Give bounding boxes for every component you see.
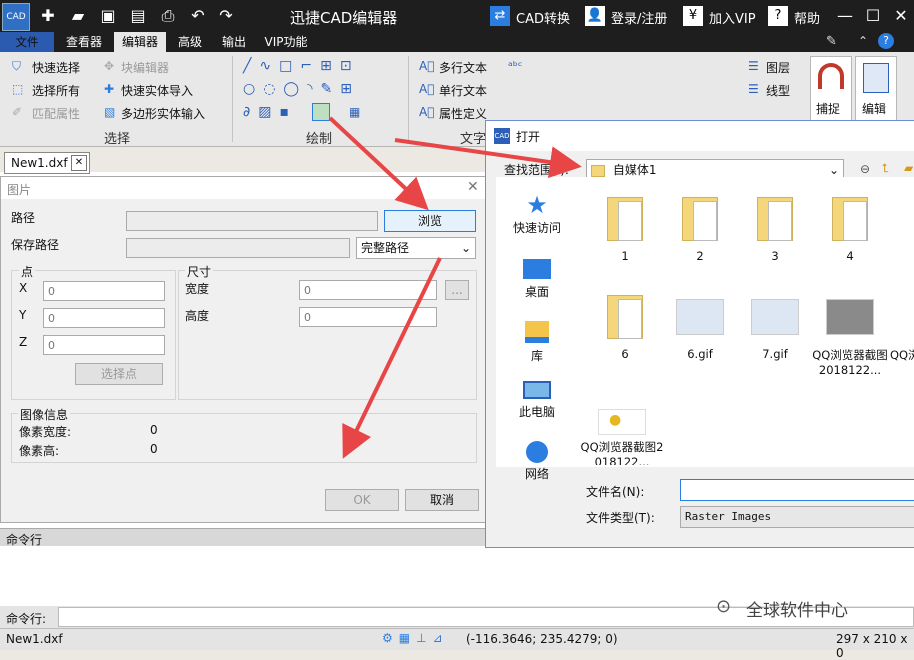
annotation-arrows: [328, 116, 582, 459]
arrow-to-open-dialog: [394, 138, 582, 179]
arrow-to-browse: [328, 116, 429, 211]
arrow-from-path-mode: [342, 257, 442, 459]
